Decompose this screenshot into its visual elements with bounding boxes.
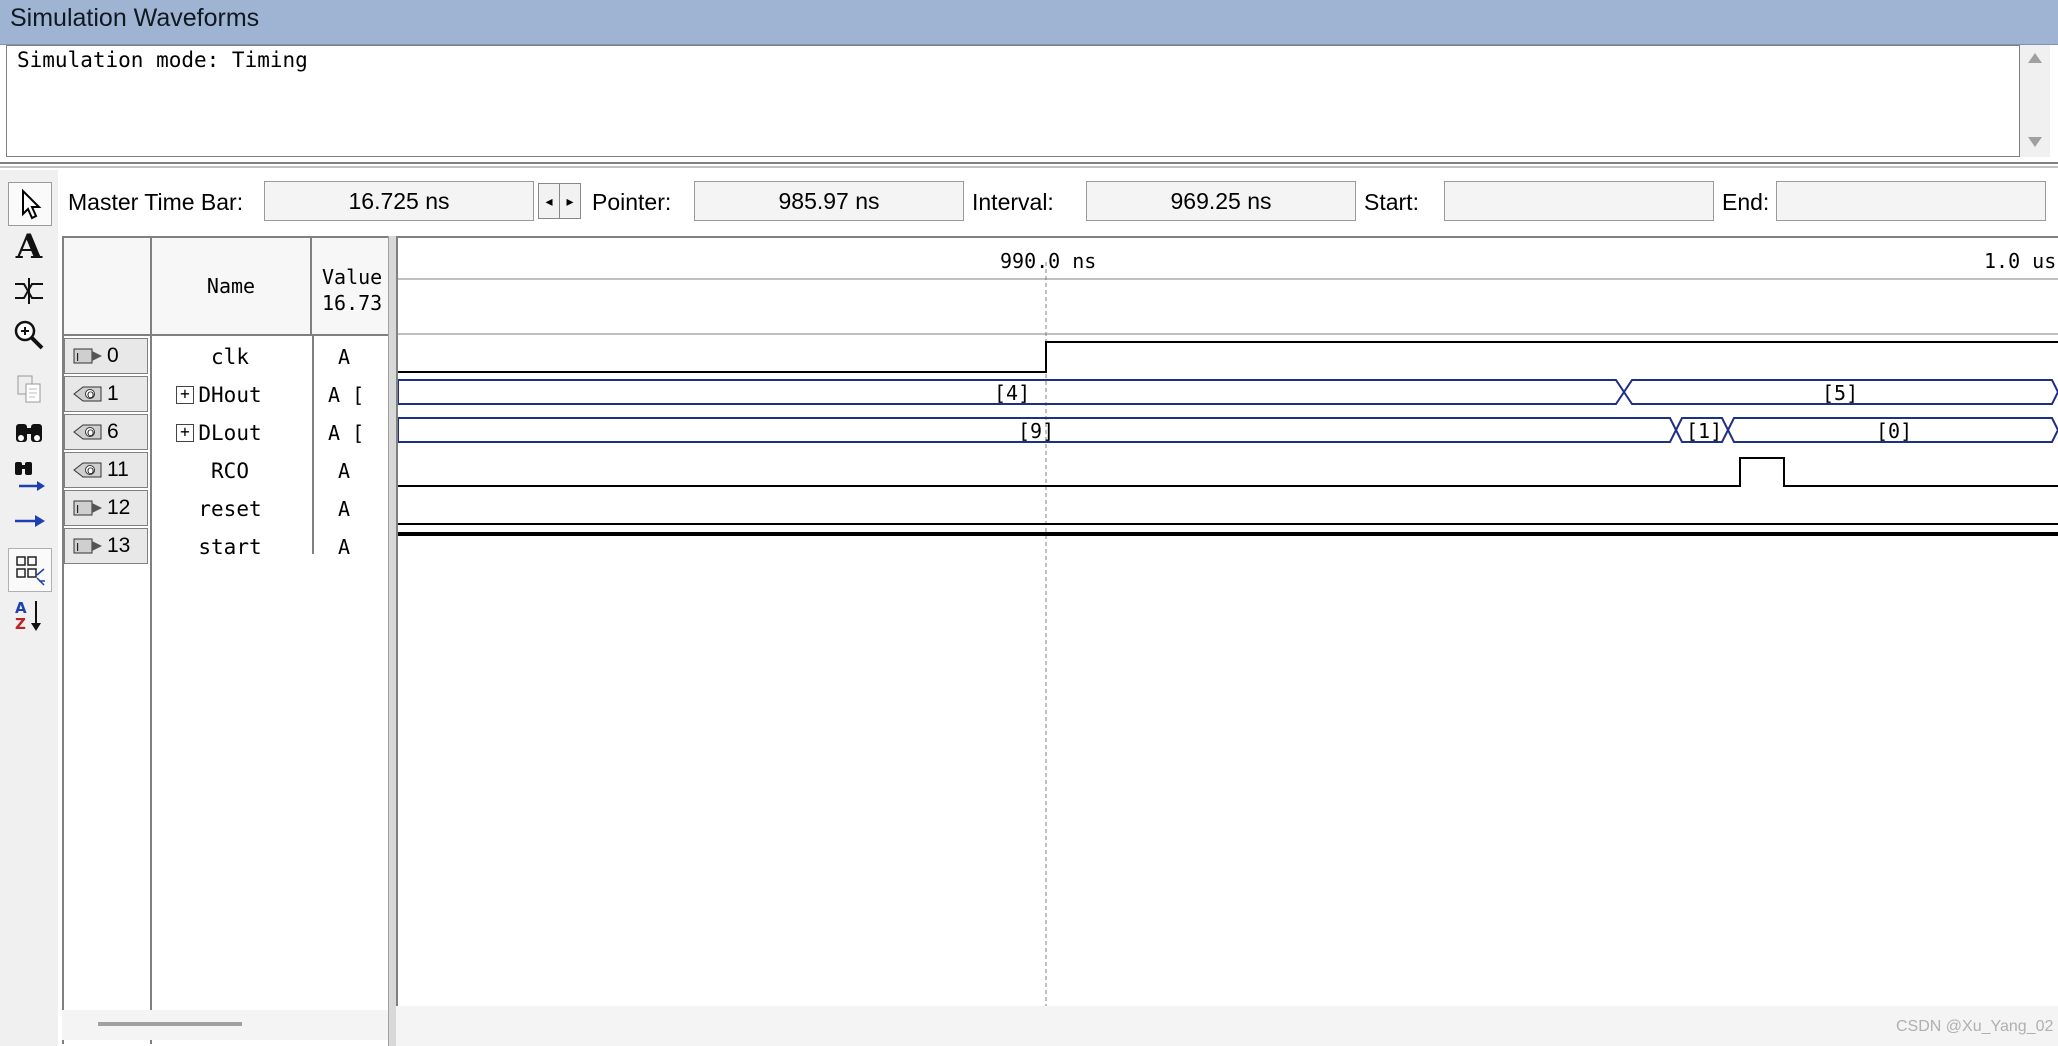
- dlout-value-label: [1]: [1686, 419, 1722, 443]
- clk-wave[interactable]: [398, 341, 2058, 373]
- master-time-bar-field[interactable]: 16.725 ns: [264, 181, 534, 221]
- name-column-header[interactable]: Name: [152, 238, 312, 336]
- signal-index: 11: [107, 458, 129, 481]
- signal-index-cell[interactable]: I 13: [64, 528, 148, 564]
- waveform-scrollbar[interactable]: [396, 1006, 2058, 1046]
- interval-label: Interval:: [972, 189, 1054, 215]
- signal-index-cell[interactable]: I 12: [64, 490, 148, 526]
- interval-field: 969.25 ns: [1086, 181, 1356, 221]
- svg-text:O: O: [87, 467, 94, 477]
- svg-text:O: O: [87, 391, 94, 401]
- find-icon[interactable]: [8, 412, 50, 454]
- signal-row[interactable]: O 1 + DHout A [: [64, 376, 390, 414]
- separator: [0, 162, 2058, 164]
- group-icon[interactable]: [8, 548, 52, 592]
- pointer-field: 985.97 ns: [694, 181, 964, 221]
- pointer-label: Pointer:: [592, 189, 672, 215]
- signal-index-cell[interactable]: O 11: [64, 452, 148, 488]
- find-next-icon[interactable]: [8, 456, 50, 498]
- window-title: Simulation Waveforms: [10, 4, 260, 32]
- signal-row[interactable]: O 6 + DLout A [: [64, 414, 390, 452]
- input-pin-icon: I: [65, 537, 107, 555]
- input-pin-icon: I: [65, 347, 107, 365]
- text-icon[interactable]: A: [8, 226, 50, 268]
- end-label: End:: [1722, 189, 1770, 215]
- waveform-toolbar: A AZ: [0, 170, 58, 1046]
- copy-icon[interactable]: [8, 368, 50, 410]
- waveform-canvas: 990.0 ns 1.0 us [4] [5] [9] [1] [0]: [397, 249, 2058, 1006]
- signal-index: 0: [107, 344, 119, 367]
- signal-name[interactable]: reset: [150, 490, 310, 528]
- prev-transition-button[interactable]: ◂: [538, 183, 560, 219]
- messages-pane[interactable]: Simulation mode: Timing: [6, 45, 2020, 157]
- pointer-icon[interactable]: [8, 182, 52, 226]
- signal-index-cell[interactable]: O1: [64, 376, 148, 412]
- scrollbar-thumb[interactable]: [98, 1022, 242, 1026]
- master-time-bar-label: Master Time Bar:: [68, 189, 244, 215]
- time-bar: Master Time Bar: 16.725 ns ◂ ▸ Pointer: …: [58, 175, 2058, 229]
- signal-row[interactable]: I 13 start A: [64, 528, 390, 566]
- svg-text:I: I: [76, 351, 79, 364]
- signal-name[interactable]: DHout: [150, 376, 310, 414]
- signal-name[interactable]: start: [150, 528, 310, 566]
- svg-text:I: I: [76, 503, 79, 516]
- signal-name[interactable]: RCO: [150, 452, 310, 490]
- next-transition-button[interactable]: ▸: [559, 183, 581, 219]
- rco-wave[interactable]: [398, 457, 2058, 487]
- dhout-value-label: [5]: [1822, 381, 1858, 405]
- scroll-arrows-icon[interactable]: [2020, 45, 2050, 157]
- signal-name[interactable]: DLout: [150, 414, 310, 452]
- dhout-value-label: [4]: [994, 381, 1030, 405]
- messages-text: Simulation mode: Timing: [17, 48, 308, 72]
- separator: [0, 166, 2058, 168]
- signal-value: A [: [328, 383, 365, 407]
- svg-text:O: O: [87, 429, 94, 439]
- signal-index: 12: [107, 496, 131, 519]
- messages-scrollbar[interactable]: [2020, 45, 2050, 157]
- signal-row[interactable]: I 12 reset A: [64, 490, 390, 528]
- svg-text:I: I: [76, 541, 79, 554]
- signal-index: 6: [107, 420, 119, 443]
- start-field[interactable]: [1444, 181, 1714, 221]
- output-pin-icon: O: [65, 461, 107, 479]
- zoom-icon[interactable]: [8, 314, 50, 356]
- sort-icon[interactable]: AZ: [8, 594, 50, 636]
- input-pin-icon: I: [65, 499, 107, 517]
- signal-index-cell[interactable]: I0: [64, 338, 148, 374]
- dhout-wave[interactable]: [4] [5]: [397, 379, 2058, 405]
- dlout-value-label: [9]: [1018, 419, 1054, 443]
- index-column-header: [64, 238, 152, 336]
- output-pin-icon: O: [65, 385, 107, 403]
- signal-list: Name Value 16.73 I 0 clk A O 1 + DHout A [O 6 + DLo…: [62, 236, 390, 1044]
- svg-text:Z: Z: [15, 615, 26, 633]
- signal-index: 1: [107, 382, 119, 405]
- value-column-header[interactable]: Value 16.73: [312, 238, 390, 336]
- start-label: Start:: [1364, 189, 1419, 215]
- end-field[interactable]: [1776, 181, 2046, 221]
- end-time-label: 1.0 us: [1984, 249, 2056, 273]
- goto-icon[interactable]: [8, 500, 50, 542]
- signal-row[interactable]: I 0 clk A: [64, 338, 390, 376]
- signal-index: 13: [107, 534, 131, 557]
- signal-index-cell[interactable]: O6: [64, 414, 148, 450]
- dlout-value-label: [0]: [1876, 419, 1912, 443]
- watermark: CSDN @Xu_Yang_02: [1896, 1018, 2054, 1035]
- cursor-time-label: 990.0 ns: [1000, 249, 1096, 273]
- output-pin-icon: O: [65, 423, 107, 441]
- signal-list-scrollbar[interactable]: [62, 1010, 388, 1040]
- signal-name[interactable]: clk: [150, 338, 310, 376]
- title-bar: Simulation Waveforms: [0, 0, 2058, 45]
- dlout-wave[interactable]: [9] [1] [0]: [397, 417, 2058, 443]
- value-header-label: Value: [322, 265, 383, 289]
- value-header-time: 16.73: [322, 291, 383, 315]
- waveform-edit-icon[interactable]: [8, 270, 50, 312]
- name-header-label: Name: [206, 274, 256, 298]
- waveform-display[interactable]: 990.0 ns 1.0 us [4] [5] [9] [1] [0]: [396, 236, 2058, 1008]
- signal-row[interactable]: O 11 RCO A: [64, 452, 390, 490]
- signal-value: A [: [328, 421, 365, 445]
